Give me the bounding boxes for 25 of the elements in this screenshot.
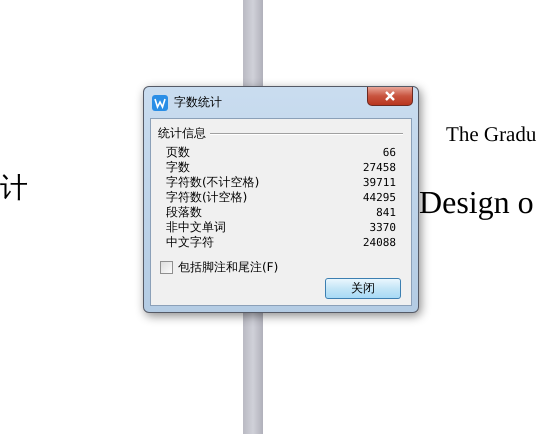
stat-value: 3370 [370,221,396,234]
window-title: 字数统计 [174,94,222,111]
checkbox[interactable] [160,261,173,274]
stat-label: 页数 [166,144,190,160]
stat-value: 39711 [362,176,396,189]
stat-label: 字符数(不计空格) [166,174,260,190]
close-button[interactable] [367,87,413,106]
stat-label: 字符数(计空格) [166,189,248,206]
document-text: Design o [419,186,534,218]
stat-label: 段落数 [166,204,202,221]
stat-label: 字数 [166,159,190,176]
document-text: The Gradu [446,124,536,145]
checkbox-label: 包括脚注和尾注(F) [178,259,278,276]
stat-value: 27458 [362,161,396,174]
group-label: 统计信息 [158,125,206,142]
stat-value: 24088 [362,236,396,249]
close-dialog-button[interactable]: 关闭 [325,278,401,299]
stat-value: 44295 [362,191,396,204]
app-logo-icon [152,94,168,110]
stat-label: 非中文单词 [166,219,226,236]
close-icon [384,91,396,101]
stat-value: 66 [382,146,396,159]
stat-label: 中文字符 [166,234,214,251]
document-text: 计 [0,174,28,202]
stat-value: 841 [376,206,396,219]
